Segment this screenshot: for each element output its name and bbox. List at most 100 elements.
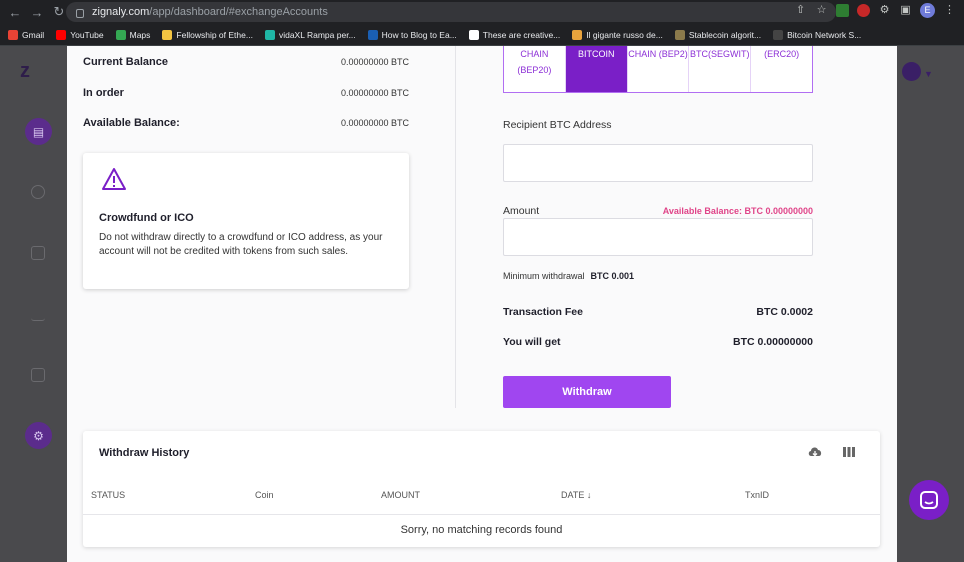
view-columns-icon[interactable] — [841, 445, 857, 459]
minimum-withdrawal-label: Minimum withdrawal — [503, 271, 585, 281]
available-balance-value: 0.00000000 BTC — [340, 118, 409, 128]
sidebar-monitor-icon[interactable] — [31, 368, 45, 382]
bookmark-favicon-icon — [115, 29, 126, 40]
recipient-address-label: Recipient BTC Address — [503, 119, 612, 131]
column-txnid[interactable]: TxnID — [745, 490, 769, 500]
bookmark-item[interactable]: These are creative... — [468, 29, 561, 40]
bookmark-favicon-icon — [264, 29, 275, 40]
extension-red-icon[interactable] — [857, 4, 870, 17]
bookmark-label: Il gigante russo de... — [586, 29, 663, 40]
sidebar-icon[interactable]: ▣ — [899, 4, 912, 17]
bookmark-item[interactable]: Stablecoin algorit... — [674, 29, 762, 40]
sidebar-copy-icon[interactable] — [31, 246, 45, 260]
profile-avatar[interactable]: E — [920, 3, 935, 18]
forward-icon[interactable]: → — [26, 5, 48, 20]
bookmark-item[interactable]: vidaXL Rampa per... — [264, 29, 356, 40]
network-tab[interactable]: CHAIN (BEP20) — [504, 46, 566, 92]
bookmark-item[interactable]: Il gigante russo de... — [572, 29, 663, 40]
bookmark-label: Bitcoin Network S... — [787, 29, 862, 40]
available-balance-link[interactable]: Available Balance: BTC 0.00000000 — [663, 206, 813, 216]
bookmark-favicon-icon — [572, 29, 583, 40]
bookmark-label: YouTube — [70, 29, 104, 40]
column-status[interactable]: STATUS — [91, 490, 125, 500]
bookmark-favicon-icon — [367, 29, 378, 40]
bookmark-label: How to Blog to Ea... — [381, 29, 457, 40]
bookmark-favicon-icon — [162, 29, 173, 40]
bookmark-label: Stablecoin algorit... — [688, 29, 762, 40]
in-order-row: In order 0.00000000 BTC — [83, 87, 409, 99]
sidebar-chart-icon[interactable] — [31, 185, 45, 199]
bookmark-item[interactable]: Bitcoin Network S... — [773, 29, 862, 40]
bookmark-favicon-icon — [468, 29, 479, 40]
column-coin[interactable]: Coin — [255, 490, 274, 500]
amount-input[interactable] — [503, 218, 813, 256]
amount-label: Amount — [503, 205, 540, 217]
chat-support-button[interactable] — [909, 480, 949, 520]
withdraw-history-title: Withdraw History — [99, 447, 190, 459]
sidebar-dashboard-icon[interactable]: ▤ — [25, 118, 52, 145]
bookmark-label: These are creative... — [482, 29, 561, 40]
sidebar-signal-icon[interactable] — [31, 307, 45, 321]
network-tab[interactable]: BITCOIN — [565, 46, 628, 92]
column-divider — [455, 46, 456, 408]
in-order-value: 0.00000000 BTC — [340, 88, 409, 98]
caret-down-icon[interactable]: ▼ — [924, 69, 933, 79]
withdraw-history-card: Withdraw History STATUS Coin AMOUNT DATE… — [83, 431, 880, 547]
empty-table-message: Sorry, no matching records found — [400, 524, 563, 536]
bookmark-item[interactable]: Fellowship of Ethe... — [162, 29, 253, 40]
bookmark-item[interactable]: YouTube — [56, 29, 104, 40]
network-tabs: CHAIN (BEP20) BITCOIN CHAIN (BEP2) BTC(SEGW… — [503, 46, 813, 93]
withdraw-button[interactable]: Withdraw — [503, 376, 671, 408]
withdraw-modal: Current Balance 0.00000000 BTC In order … — [67, 46, 897, 562]
current-balance-value: 0.00000000 BTC — [340, 57, 409, 67]
network-tab[interactable]: CHAIN (BEP2) — [628, 46, 690, 92]
bookmark-favicon-icon — [773, 29, 784, 40]
extensions-puzzle-icon[interactable]: ⚙ — [878, 4, 891, 17]
transaction-fee-label: Transaction Fee — [503, 306, 583, 318]
bookmark-star-icon[interactable]: ☆ — [815, 4, 828, 17]
table-divider — [83, 514, 880, 515]
minimum-withdrawal: Minimum withdrawal BTC 0.001 — [503, 271, 634, 281]
bookmark-favicon-icon — [674, 29, 685, 40]
you-will-get-label: You will get — [503, 336, 561, 348]
zignaly-logo: z — [20, 60, 30, 82]
cloud-download-icon[interactable] — [807, 445, 823, 459]
bookmark-item[interactable]: Gmail — [8, 29, 44, 40]
lock-icon — [76, 8, 84, 18]
network-tab[interactable]: BTC(SEGWIT) — [689, 46, 752, 92]
network-tab[interactable]: (ERC20) — [751, 46, 812, 92]
warning-icon — [102, 168, 126, 190]
bookmark-favicon-icon — [56, 29, 67, 40]
current-balance-row: Current Balance 0.00000000 BTC — [83, 56, 409, 68]
extension-green-icon[interactable] — [836, 4, 849, 17]
available-balance-label: Available Balance: — [83, 117, 180, 129]
bookmark-item[interactable]: Maps — [115, 29, 151, 40]
sidebar-settings-icon[interactable]: ⚙ — [25, 422, 52, 449]
bookmark-label: Fellowship of Ethe... — [176, 29, 253, 40]
bookmarks-bar: Gmail YouTube Maps Fellowship of Ethe... vid… — [0, 24, 964, 46]
you-will-get-value: BTC 0.00000000 — [733, 336, 813, 348]
bookmark-item[interactable]: How to Blog to Ea... — [367, 29, 457, 40]
warning-title: Crowdfund or ICO — [99, 212, 194, 224]
share-icon[interactable]: ⇧ — [794, 4, 807, 17]
bookmark-favicon-icon — [8, 29, 18, 40]
back-icon[interactable]: ← — [4, 5, 26, 20]
column-date-label: DATE — [561, 490, 585, 500]
url-text: zignaly.com/app/dashboard/#exchangeAccou… — [92, 6, 328, 18]
available-balance-row: Available Balance: 0.00000000 BTC — [83, 117, 409, 129]
address-bar[interactable]: zignaly.com/app/dashboard/#exchangeAccou… — [66, 2, 836, 22]
browser-actions: ⇧ ☆ ⚙ ▣ E ⋮ — [794, 3, 956, 18]
more-menu-icon[interactable]: ⋮ — [943, 4, 956, 17]
column-date[interactable]: DATE ↓ — [561, 490, 591, 500]
in-order-label: In order — [83, 87, 124, 99]
recipient-address-input[interactable] — [503, 144, 813, 182]
column-amount[interactable]: AMOUNT — [381, 490, 420, 500]
transaction-fee-value: BTC 0.0002 — [756, 306, 813, 318]
you-will-get-row: You will get BTC 0.00000000 — [503, 336, 813, 348]
user-menu-icon[interactable] — [902, 62, 921, 81]
sort-down-arrow-icon: ↓ — [586, 490, 592, 500]
current-balance-label: Current Balance — [83, 56, 168, 68]
minimum-withdrawal-value: BTC 0.001 — [590, 271, 635, 281]
bookmark-label: vidaXL Rampa per... — [278, 29, 356, 40]
bookmark-label: Maps — [129, 29, 151, 40]
